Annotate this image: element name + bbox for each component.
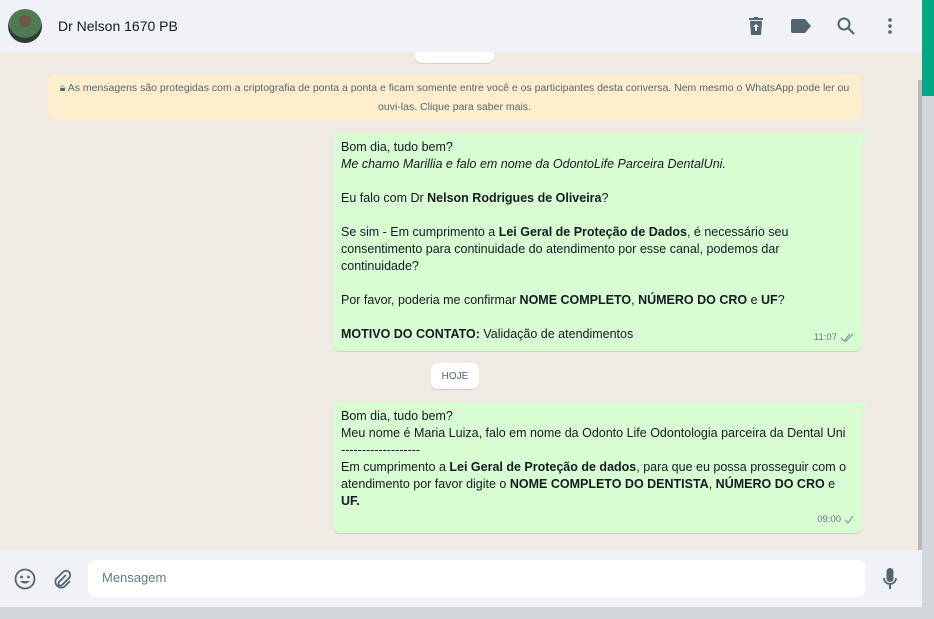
message-text: NÚMERO DO CRO <box>638 293 748 307</box>
message-line: Em cumprimento a Lei Geral de Proteção d… <box>341 459 854 510</box>
double-check-icon <box>840 333 854 342</box>
message-meta: 11:07 <box>814 329 854 346</box>
delete-icon[interactable] <box>744 14 768 38</box>
message-text: UF. <box>341 494 360 508</box>
message-time: 11:07 <box>813 332 837 343</box>
message-text: Me chamo Marillia e falo em nome da Odon… <box>341 157 726 171</box>
message-text: ------------------- <box>341 443 421 457</box>
message-line: ------------------- <box>341 442 854 459</box>
message-text: e <box>824 477 836 491</box>
message-text: e <box>747 293 762 307</box>
message-text: NOME COMPLETO <box>519 293 632 307</box>
message-text: ? <box>777 293 785 307</box>
message-line <box>341 275 854 292</box>
composer: Mensagem <box>0 550 922 607</box>
message-text: Nelson Rodrigues de Oliveira <box>427 191 602 205</box>
message-input[interactable]: Mensagem <box>88 560 865 597</box>
search-icon[interactable] <box>834 14 858 38</box>
attach-icon[interactable] <box>49 566 75 592</box>
scrollbar[interactable] <box>918 80 922 550</box>
message-bubble[interactable]: Bom dia, tudo bem? Meu nome é Maria Luiza… <box>333 402 869 533</box>
chat-header[interactable]: Dr Nelson 1670 PB <box>0 0 922 52</box>
message-line: Me chamo Marillia e falo em nome da Odon… <box>341 156 854 173</box>
message-text: Bom dia, tudo bem? <box>341 140 453 154</box>
message-line: Se sim - Em cumprimento a Lei Geral de P… <box>341 224 854 275</box>
avatar[interactable] <box>8 9 42 43</box>
message-text: Validação de atendimentos <box>479 327 634 341</box>
message-text: Eu falo com Dr <box>341 191 428 205</box>
message-line: Eu falo com Dr Nelson Rodrigues de Olive… <box>341 190 854 207</box>
message-line <box>341 309 854 326</box>
message-list[interactable]: 🔒︎ As mensagens são protegidas com a cri… <box>0 52 922 550</box>
message-text: Por favor, poderia me confirmar <box>341 293 520 307</box>
label-icon[interactable] <box>789 14 813 38</box>
menu-icon[interactable] <box>878 14 902 38</box>
message-line: MOTIVO DO CONTATO: Validação de atendime… <box>341 326 854 343</box>
message-text: Lei Geral de Proteção de dados <box>449 460 637 474</box>
lock-icon: 🔒︎ <box>59 82 66 94</box>
message-text: Lei Geral de Proteção de Dados <box>498 225 687 239</box>
microphone-icon[interactable] <box>877 566 903 592</box>
date-divider: HOJE <box>431 363 479 389</box>
message-time: 09:00 <box>817 514 841 525</box>
message-text: Bom dia, tudo bem? <box>341 409 453 423</box>
message-text: NOME COMPLETO DO DENTISTA <box>509 477 709 491</box>
message-bubble[interactable]: Bom dia, tudo bem? Me chamo Marillia e fa… <box>333 133 869 351</box>
date-divider-partial <box>415 52 494 63</box>
message-text: UF <box>761 293 778 307</box>
emoji-icon[interactable] <box>12 566 38 592</box>
message-text: MOTIVO DO CONTATO: <box>341 327 480 341</box>
message-line: Bom dia, tudo bem? <box>341 408 854 425</box>
message-line <box>341 207 854 224</box>
message-line: Meu nome é Maria Luiza, falo em nome da … <box>341 425 854 442</box>
message-text: NÚMERO DO CRO <box>715 477 825 491</box>
message-text: ? <box>601 191 609 205</box>
message-line <box>341 173 854 190</box>
message-text: , <box>708 477 716 491</box>
message-text: Se sim - Em cumprimento a <box>341 225 499 239</box>
message-line: Bom dia, tudo bem? <box>341 139 854 156</box>
message-text: Meu nome é Maria Luiza, falo em nome da … <box>341 426 846 440</box>
encryption-notice[interactable]: 🔒︎ As mensagens são protegidas com a cri… <box>48 75 861 120</box>
message-meta: 09:00 <box>817 511 854 528</box>
message-line: Por favor, poderia me confirmar NOME COM… <box>341 292 854 309</box>
check-icon <box>844 515 854 524</box>
app-accent-strip <box>922 0 934 96</box>
message-text: Em cumprimento a <box>341 460 450 474</box>
contact-name[interactable]: Dr Nelson 1670 PB <box>58 18 178 34</box>
encryption-notice-text: As mensagens são protegidas com a cripto… <box>67 82 850 113</box>
